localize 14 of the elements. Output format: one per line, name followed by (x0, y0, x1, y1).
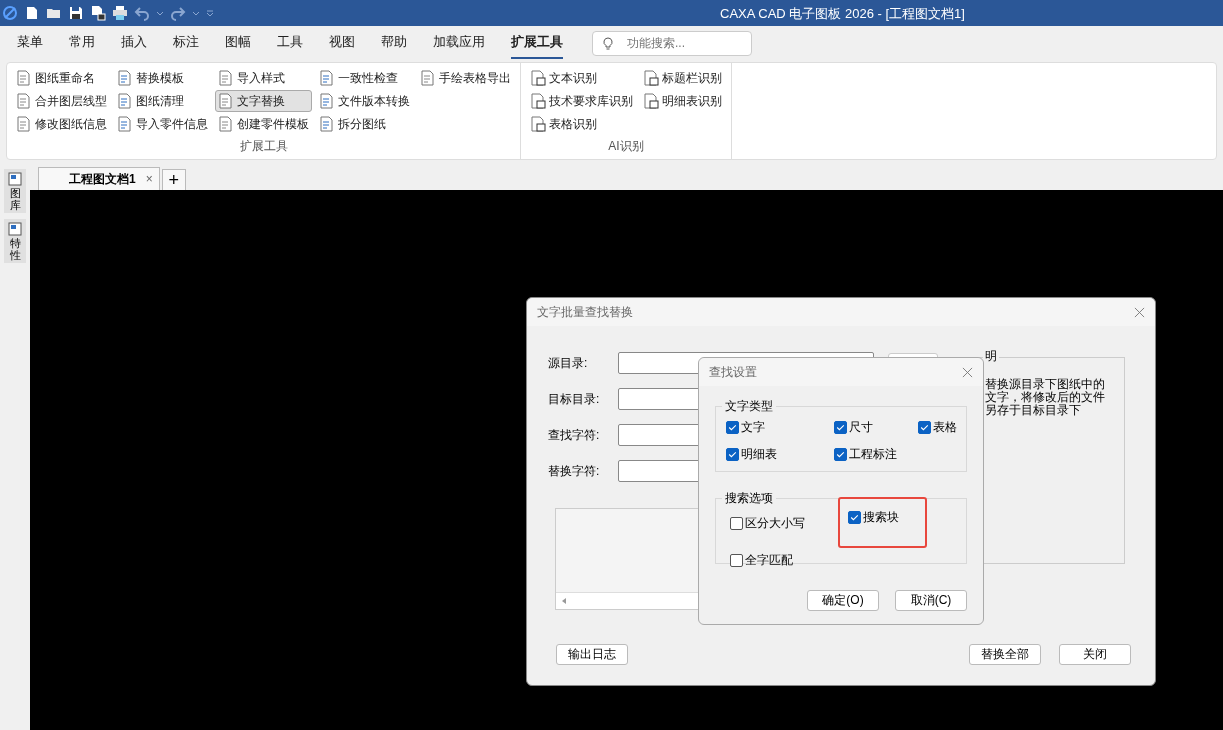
field-label: 目标目录: (548, 390, 601, 408)
field-label: 替换字符: (548, 462, 601, 480)
group-label: 搜索选项 (722, 490, 776, 507)
window-title: CAXA CAD 电子图板 2026 - [工程图文档1] (720, 5, 965, 23)
dialog-title: 查找设置 (709, 363, 757, 381)
group-label: 文字类型 (722, 398, 776, 415)
document-tab-title: 工程图文档1 (69, 170, 136, 188)
group-label: 明 (983, 348, 999, 365)
field-label: 源目录: (548, 354, 589, 372)
ribbon-group-label: 扩展工具 (239, 138, 288, 155)
dialog-title: 文字批量查找替换 (537, 303, 633, 321)
field-label: 查找字符: (548, 426, 601, 444)
description-text: 替换源目录下图纸中的文字，将修改后的文件另存于目标目录下 (985, 378, 1106, 417)
ribbon-group-label: AI识别 (608, 138, 644, 155)
